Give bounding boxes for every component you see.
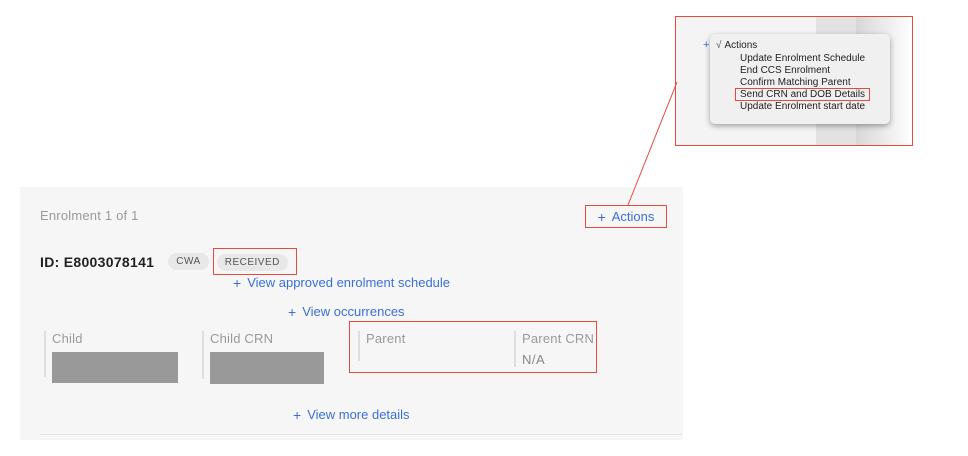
child-label: Child [52,331,83,346]
enrolment-id-row: ID: E8003078141 CWA RECEIVED [40,248,297,275]
child-field: Child [44,331,178,383]
view-occurrences-label: View occurrences [302,304,405,319]
view-more-details-label: View more details [307,407,410,422]
plus-icon: + [703,39,710,51]
parent-label: Parent [366,331,406,346]
actions-button[interactable]: + Actions [585,205,667,228]
type-badge: CWA [168,253,209,270]
card-divider [40,434,682,435]
parent-crn-label: Parent CRN [522,331,595,346]
plus-icon: + [293,406,302,423]
menu-item-update-enrolment-start-date[interactable]: Update Enrolment start date [740,101,865,112]
parent-crn-field: Parent CRN N/A [514,331,594,367]
enrolment-id: ID: E8003078141 [40,253,155,270]
view-occurrences-link[interactable]: + View occurrences [288,304,405,319]
status-badge: RECEIVED [216,254,288,271]
actions-menu-header-label: Actions [724,40,758,51]
view-approved-schedule-label: View approved enrolment schedule [247,275,451,290]
actions-menu-header[interactable]: √ Actions [716,40,757,51]
menu-item-update-enrolment-schedule[interactable]: Update Enrolment Schedule [740,53,865,64]
view-approved-schedule-link[interactable]: + View approved enrolment schedule [233,275,450,290]
child-crn-redacted-value [210,352,324,384]
child-crn-field: Child CRN [202,331,324,384]
view-more-details-link[interactable]: + View more details [293,407,410,422]
parent-field: Parent [358,331,406,361]
enrolment-card: Enrolment 1 of 1 + Actions ID: E80030781… [20,187,683,440]
child-crn-label: Child CRN [210,331,274,346]
checkmark-icon: √ [716,40,722,51]
menu-item-send-crn-and-dob-details[interactable]: Send CRN and DOB Details [735,88,871,101]
child-redacted-value [52,352,178,383]
plus-icon: + [233,274,242,291]
menu-item-end-ccs-enrolment[interactable]: End CCS Enrolment [740,65,830,76]
plus-icon: + [597,208,606,225]
actions-dropdown-menu: √ Actions Update Enrolment Schedule End … [710,34,890,124]
parent-crn-value: N/A [522,352,546,367]
actions-button-label: Actions [611,209,655,224]
parent-fields-highlight-box: Parent Parent CRN N/A [349,321,597,373]
plus-icon: + [288,303,297,320]
menu-item-confirm-matching-parent[interactable]: Confirm Matching Parent [740,77,851,88]
actions-menu-zoom-callout: + √ Actions Update Enrolment Schedule En… [675,16,913,146]
enrolment-count: Enrolment 1 of 1 [40,208,139,223]
status-highlight-box: RECEIVED [212,248,297,275]
